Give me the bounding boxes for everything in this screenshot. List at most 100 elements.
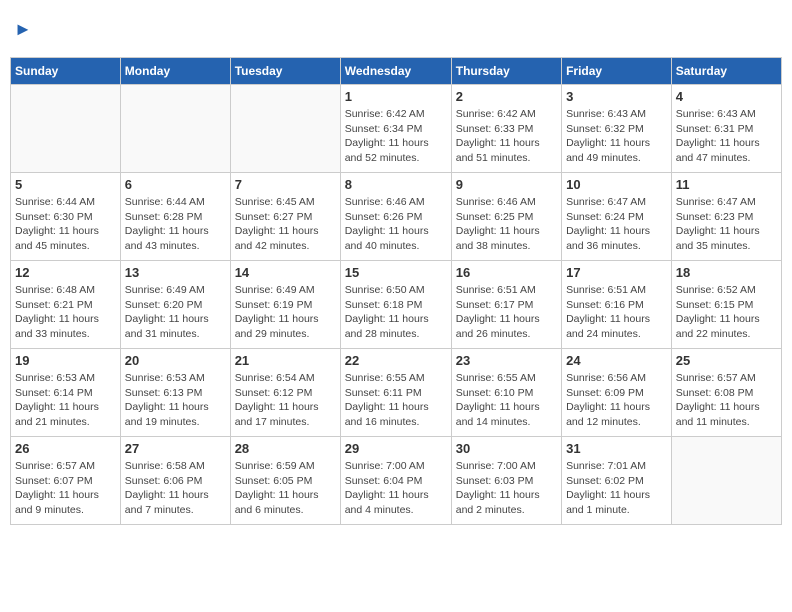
calendar-cell: 18 Sunrise: 6:52 AM Sunset: 6:15 PM Dayli… <box>671 261 781 349</box>
calendar-cell: 8 Sunrise: 6:46 AM Sunset: 6:26 PM Daylig… <box>340 173 451 261</box>
day-info: Sunrise: 6:42 AM Sunset: 6:34 PM Dayligh… <box>345 107 447 166</box>
day-info: Sunrise: 6:51 AM Sunset: 6:16 PM Dayligh… <box>566 283 667 342</box>
day-number: 16 <box>456 265 557 280</box>
day-number: 21 <box>235 353 336 368</box>
calendar-cell: 23 Sunrise: 6:55 AM Sunset: 6:10 PM Dayli… <box>451 349 561 437</box>
calendar-body: 1 Sunrise: 6:42 AM Sunset: 6:34 PM Daylig… <box>11 85 782 525</box>
day-info: Sunrise: 6:44 AM Sunset: 6:28 PM Dayligh… <box>125 195 226 254</box>
day-info: Sunrise: 6:56 AM Sunset: 6:09 PM Dayligh… <box>566 371 667 430</box>
calendar-cell: 17Sunrise: 6:51 AM Sunset: 6:16 PM Dayli… <box>562 261 672 349</box>
calendar-cell <box>230 85 340 173</box>
calendar-cell: 1 Sunrise: 6:42 AM Sunset: 6:34 PM Daylig… <box>340 85 451 173</box>
calendar-cell <box>671 437 781 525</box>
logo-bird-icon: ► <box>14 19 32 39</box>
day-info: Sunrise: 6:54 AM Sunset: 6:12 PM Dayligh… <box>235 371 336 430</box>
weekday-thursday: Thursday <box>451 58 561 85</box>
calendar-cell: 27Sunrise: 6:58 AM Sunset: 6:06 PM Dayli… <box>120 437 230 525</box>
day-info: Sunrise: 6:51 AM Sunset: 6:17 PM Dayligh… <box>456 283 557 342</box>
day-info: Sunrise: 6:57 AM Sunset: 6:07 PM Dayligh… <box>15 459 116 518</box>
day-info: Sunrise: 7:01 AM Sunset: 6:02 PM Dayligh… <box>566 459 667 518</box>
day-number: 3 <box>566 89 667 104</box>
weekday-friday: Friday <box>562 58 672 85</box>
day-info: Sunrise: 6:53 AM Sunset: 6:13 PM Dayligh… <box>125 371 226 430</box>
day-number: 10 <box>566 177 667 192</box>
calendar-cell: 16 Sunrise: 6:51 AM Sunset: 6:17 PM Dayli… <box>451 261 561 349</box>
day-info: Sunrise: 6:55 AM Sunset: 6:11 PM Dayligh… <box>345 371 447 430</box>
calendar-cell: 4 Sunrise: 6:43 AM Sunset: 6:31 PM Daylig… <box>671 85 781 173</box>
calendar-cell: 14 Sunrise: 6:49 AM Sunset: 6:19 PM Dayli… <box>230 261 340 349</box>
calendar-cell: 6Sunrise: 6:44 AM Sunset: 6:28 PM Daylig… <box>120 173 230 261</box>
day-info: Sunrise: 6:55 AM Sunset: 6:10 PM Dayligh… <box>456 371 557 430</box>
day-info: Sunrise: 6:49 AM Sunset: 6:19 PM Dayligh… <box>235 283 336 342</box>
week-row-4: 19 Sunrise: 6:53 AM Sunset: 6:14 PM Dayli… <box>11 349 782 437</box>
day-number: 26 <box>15 441 116 456</box>
day-number: 1 <box>345 89 447 104</box>
day-info: Sunrise: 6:57 AM Sunset: 6:08 PM Dayligh… <box>676 371 777 430</box>
day-number: 23 <box>456 353 557 368</box>
calendar-cell <box>120 85 230 173</box>
calendar-cell: 15 Sunrise: 6:50 AM Sunset: 6:18 PM Dayli… <box>340 261 451 349</box>
weekday-header-row: SundayMondayTuesdayWednesdayThursdayFrid… <box>11 58 782 85</box>
day-number: 27 <box>125 441 226 456</box>
calendar-cell: 29 Sunrise: 7:00 AM Sunset: 6:04 PM Dayli… <box>340 437 451 525</box>
calendar-cell: 10 Sunrise: 6:47 AM Sunset: 6:24 PM Dayli… <box>562 173 672 261</box>
calendar-cell: 25 Sunrise: 6:57 AM Sunset: 6:08 PM Dayli… <box>671 349 781 437</box>
day-number: 18 <box>676 265 777 280</box>
day-info: Sunrise: 7:00 AM Sunset: 6:03 PM Dayligh… <box>456 459 557 518</box>
day-info: Sunrise: 6:46 AM Sunset: 6:25 PM Dayligh… <box>456 195 557 254</box>
day-number: 7 <box>235 177 336 192</box>
calendar-cell: 30 Sunrise: 7:00 AM Sunset: 6:03 PM Dayli… <box>451 437 561 525</box>
day-number: 13 <box>125 265 226 280</box>
day-number: 2 <box>456 89 557 104</box>
day-number: 9 <box>456 177 557 192</box>
calendar-cell: 22 Sunrise: 6:55 AM Sunset: 6:11 PM Dayli… <box>340 349 451 437</box>
day-info: Sunrise: 6:47 AM Sunset: 6:23 PM Dayligh… <box>676 195 777 254</box>
day-info: Sunrise: 6:50 AM Sunset: 6:18 PM Dayligh… <box>345 283 447 342</box>
calendar-cell: 21 Sunrise: 6:54 AM Sunset: 6:12 PM Dayli… <box>230 349 340 437</box>
day-number: 8 <box>345 177 447 192</box>
calendar-cell: 24 Sunrise: 6:56 AM Sunset: 6:09 PM Dayli… <box>562 349 672 437</box>
week-row-3: 12 Sunrise: 6:48 AM Sunset: 6:21 PM Dayli… <box>11 261 782 349</box>
day-info: Sunrise: 6:52 AM Sunset: 6:15 PM Dayligh… <box>676 283 777 342</box>
day-info: Sunrise: 6:43 AM Sunset: 6:31 PM Dayligh… <box>676 107 777 166</box>
weekday-saturday: Saturday <box>671 58 781 85</box>
day-info: Sunrise: 7:00 AM Sunset: 6:04 PM Dayligh… <box>345 459 447 518</box>
calendar-cell: 26 Sunrise: 6:57 AM Sunset: 6:07 PM Dayli… <box>11 437 121 525</box>
day-number: 4 <box>676 89 777 104</box>
day-info: Sunrise: 6:44 AM Sunset: 6:30 PM Dayligh… <box>15 195 116 254</box>
calendar-cell: 31 Sunrise: 7:01 AM Sunset: 6:02 PM Dayli… <box>562 437 672 525</box>
day-number: 29 <box>345 441 447 456</box>
day-info: Sunrise: 6:49 AM Sunset: 6:20 PM Dayligh… <box>125 283 226 342</box>
day-number: 22 <box>345 353 447 368</box>
calendar-cell: 5 Sunrise: 6:44 AM Sunset: 6:30 PM Daylig… <box>11 173 121 261</box>
week-row-2: 5 Sunrise: 6:44 AM Sunset: 6:30 PM Daylig… <box>11 173 782 261</box>
weekday-monday: Monday <box>120 58 230 85</box>
day-number: 31 <box>566 441 667 456</box>
weekday-tuesday: Tuesday <box>230 58 340 85</box>
day-number: 15 <box>345 265 447 280</box>
day-number: 30 <box>456 441 557 456</box>
calendar-cell: 3Sunrise: 6:43 AM Sunset: 6:32 PM Daylig… <box>562 85 672 173</box>
day-info: Sunrise: 6:46 AM Sunset: 6:26 PM Dayligh… <box>345 195 447 254</box>
day-number: 28 <box>235 441 336 456</box>
calendar-cell <box>11 85 121 173</box>
day-number: 12 <box>15 265 116 280</box>
day-number: 5 <box>15 177 116 192</box>
day-number: 19 <box>15 353 116 368</box>
day-info: Sunrise: 6:53 AM Sunset: 6:14 PM Dayligh… <box>15 371 116 430</box>
calendar-table: SundayMondayTuesdayWednesdayThursdayFrid… <box>10 57 782 525</box>
day-number: 25 <box>676 353 777 368</box>
day-info: Sunrise: 6:48 AM Sunset: 6:21 PM Dayligh… <box>15 283 116 342</box>
calendar-cell: 20Sunrise: 6:53 AM Sunset: 6:13 PM Dayli… <box>120 349 230 437</box>
day-number: 24 <box>566 353 667 368</box>
week-row-1: 1 Sunrise: 6:42 AM Sunset: 6:34 PM Daylig… <box>11 85 782 173</box>
weekday-wednesday: Wednesday <box>340 58 451 85</box>
calendar-cell: 9 Sunrise: 6:46 AM Sunset: 6:25 PM Daylig… <box>451 173 561 261</box>
logo: ► <box>14 18 32 41</box>
day-info: Sunrise: 6:47 AM Sunset: 6:24 PM Dayligh… <box>566 195 667 254</box>
day-number: 14 <box>235 265 336 280</box>
day-info: Sunrise: 6:45 AM Sunset: 6:27 PM Dayligh… <box>235 195 336 254</box>
calendar-cell: 7 Sunrise: 6:45 AM Sunset: 6:27 PM Daylig… <box>230 173 340 261</box>
week-row-5: 26 Sunrise: 6:57 AM Sunset: 6:07 PM Dayli… <box>11 437 782 525</box>
calendar-cell: 11Sunrise: 6:47 AM Sunset: 6:23 PM Dayli… <box>671 173 781 261</box>
